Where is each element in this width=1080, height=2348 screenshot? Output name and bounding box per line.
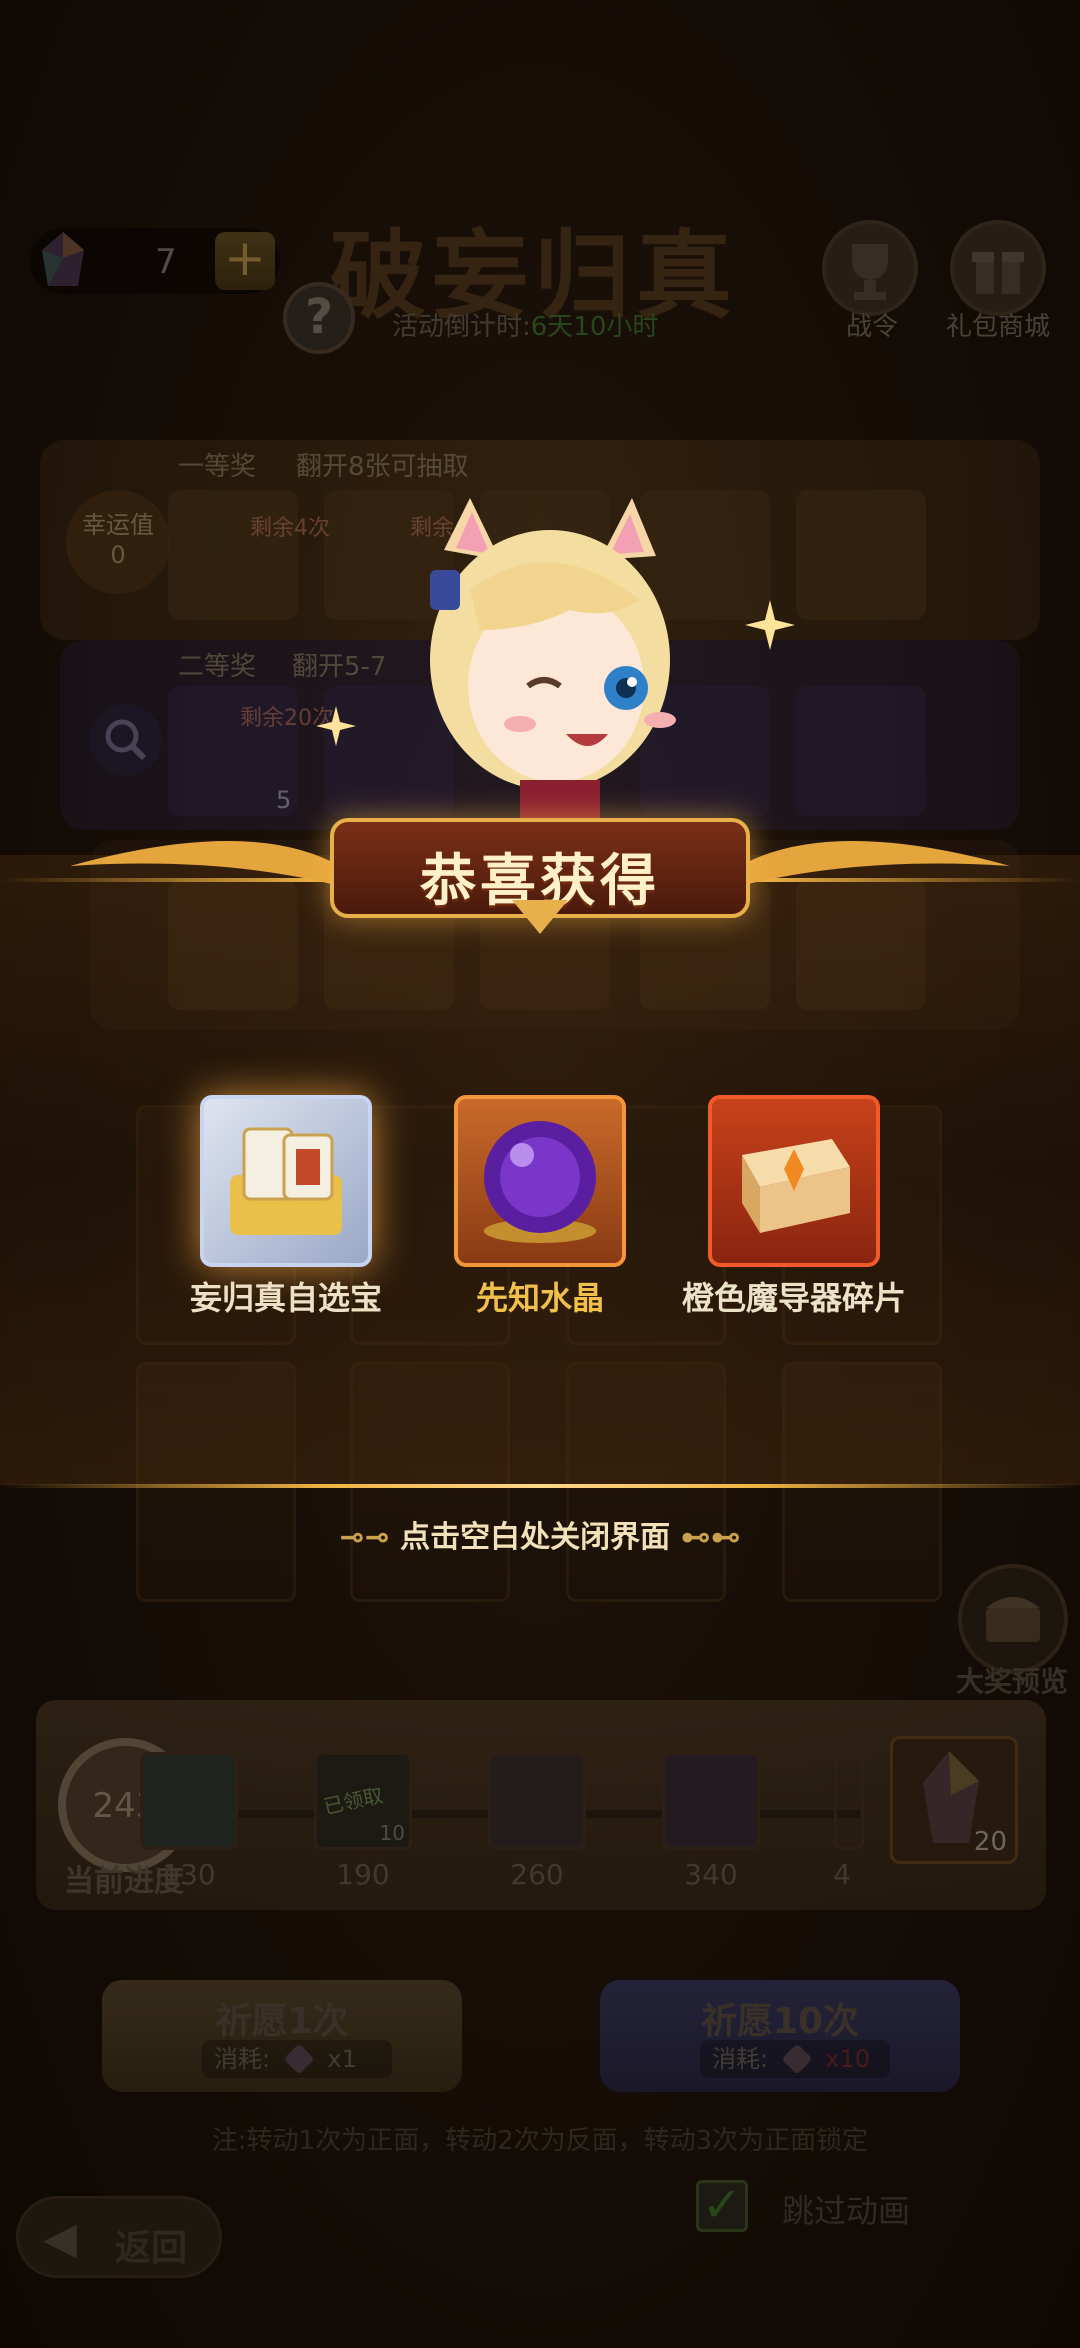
reward-label: 橙色魔导器碎片 xyxy=(681,1279,906,1317)
gold-divider xyxy=(0,1484,1080,1488)
banner-ornament xyxy=(512,900,568,934)
reward-label: 先知水晶 xyxy=(475,1279,604,1317)
right-gold-wing xyxy=(740,841,1010,886)
ornament-left: ⊸⊸ xyxy=(339,1520,401,1555)
purple-crystal-orb-icon xyxy=(484,1121,596,1243)
close-hint: ⊸⊸ 点击空白处关闭界面 ⊷⊷ xyxy=(0,1512,1080,1556)
close-hint-text: 点击空白处关闭界面 xyxy=(400,1520,671,1555)
treasure-chest-icon xyxy=(230,1127,342,1235)
relic-chest-icon xyxy=(742,1139,850,1233)
reward-item-selectable-chest[interactable] xyxy=(200,1095,372,1267)
reward-label: 妄归真自选宝 xyxy=(189,1279,382,1317)
left-gold-wing xyxy=(70,841,340,886)
fox-girl-mascot xyxy=(430,498,676,830)
reward-item-prophet-crystal[interactable] xyxy=(454,1095,626,1267)
ornament-right: ⊷⊷ xyxy=(670,1520,741,1555)
reward-item-orange-relic-shard[interactable] xyxy=(708,1095,880,1267)
sparkle-icon xyxy=(316,706,356,746)
sparkle-icon xyxy=(745,600,795,650)
